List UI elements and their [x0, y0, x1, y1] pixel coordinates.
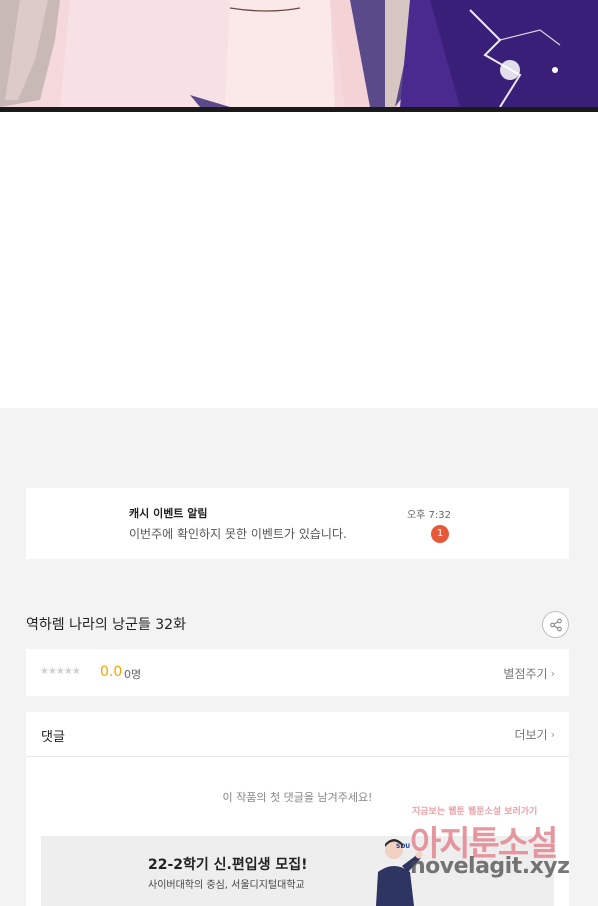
rating-score: 0.0: [100, 664, 123, 680]
comments-title: 댓글: [41, 730, 65, 745]
notice-badge: 1: [431, 525, 449, 543]
watermark-url: novelagit.xyz: [410, 854, 570, 879]
cash-event-notice[interactable]: 캐시 이벤트 알림 이번주에 확인하지 못한 이벤트가 있습니다. 오후 7:3…: [26, 488, 569, 559]
comments-header: 댓글 더보기 ›: [26, 712, 569, 757]
comic-illustration: [0, 0, 598, 112]
chevron-right-icon: ›: [550, 728, 555, 741]
more-comments-button[interactable]: 더보기 ›: [514, 726, 555, 743]
rating-card: ★★★★★ 0.0 0명 별점주기 ›: [26, 649, 569, 696]
rating-count: 0명: [124, 668, 142, 681]
share-button[interactable]: [542, 611, 569, 638]
notice-title: 캐시 이벤트 알림: [129, 507, 208, 520]
episode-title: 역하렘 나라의 낭군들 32화: [26, 617, 186, 633]
rate-label: 별점주기: [503, 667, 548, 681]
panel-gap: [0, 112, 598, 408]
ad-subtitle: 사이버대학의 중심, 서울디지털대학교: [148, 880, 305, 891]
ad-logo: SDU: [396, 843, 410, 850]
notice-message: 이번주에 확인하지 못한 이벤트가 있습니다.: [129, 527, 347, 541]
ad-title: 22-2학기 신.편입생 모집!: [148, 857, 308, 873]
rate-button[interactable]: 별점주기 ›: [503, 665, 555, 682]
more-label: 더보기: [514, 728, 548, 742]
notice-time: 오후 7:32: [406, 510, 451, 521]
rating-stars: ★★★★★: [40, 666, 81, 677]
comic-panel: [0, 0, 598, 112]
site-watermark: 지금보는 웹툰 웹툰소설 보러가기 아지툰소설 novelagit.xyz: [410, 802, 590, 892]
share-icon: [549, 618, 562, 631]
chevron-right-icon: ›: [550, 667, 555, 680]
